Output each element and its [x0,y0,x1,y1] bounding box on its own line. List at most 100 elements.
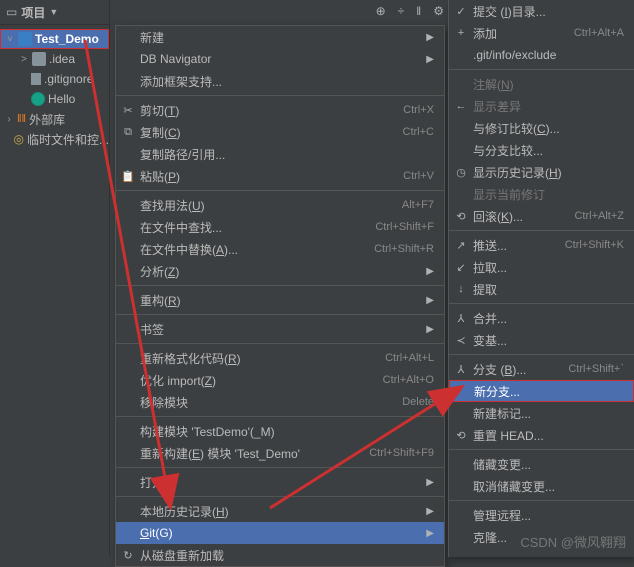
menu-shortcut: Ctrl+Shift+F9 [369,447,434,459]
dropdown-icon[interactable]: ▼ [49,7,58,17]
ctx1-item-0[interactable]: 新建▶ [116,26,444,48]
ctx2-item-8[interactable]: ◷显示历史记录(H) [449,161,634,183]
gear-icon[interactable]: ⚙ [433,4,444,18]
menu-item-icon: ⧉ [121,126,135,139]
menu-shortcut: Ctrl+Alt+A [574,27,624,39]
ctx1-item-27[interactable]: 本地历史记录(H)▶ [116,500,444,522]
ctx2-item-20[interactable]: 新分支... [449,380,634,402]
ctx1-item-1[interactable]: DB Navigator▶ [116,48,444,70]
watermark: CSDN @微风翱翔 [520,532,626,551]
ctx1-item-28[interactable]: Git(G)▶ [116,522,444,544]
menu-item-label: 新分支... [474,383,623,400]
menu-item-label: 在文件中查找... [140,219,375,236]
tree-item-hello[interactable]: Hello [0,89,109,109]
menu-item-label: 提取 [473,281,624,298]
submenu-arrow-icon: ▶ [426,506,434,517]
ctx1-item-25[interactable]: 打开于▶ [116,471,444,493]
submenu-arrow-icon: ▶ [426,266,434,277]
menu-item-icon: ✂ [121,104,135,117]
collapse-icon[interactable]: ‖ [416,4,421,18]
submenu-arrow-icon: ▶ [426,477,434,488]
menu-separator [116,285,444,286]
ctx1-item-16[interactable]: 书签▶ [116,318,444,340]
menu-shortcut: Ctrl+C [403,126,434,138]
ctx2-item-21[interactable]: 新建标记... [449,402,634,424]
menu-separator [116,314,444,315]
ctx1-item-2[interactable]: 添加框架支持... [116,70,444,92]
context-menu-git: ✓提交 (I)目录...+添加Ctrl+Alt+A.git/info/exclu… [448,0,634,557]
sidebar-header: ▭ 项目 ▼ [0,0,109,25]
chevron-right-icon[interactable]: > [19,54,29,65]
menu-item-label: 回滚(K)... [473,208,574,225]
ctx1-item-20[interactable]: 移除模块Delete [116,391,444,413]
ctx1-item-14[interactable]: 重构(R)▶ [116,289,444,311]
tree-item-gitignore[interactable]: .gitignore [0,69,109,89]
ctx2-item-1[interactable]: +添加Ctrl+Alt+A [449,22,634,44]
menu-item-label: 显示差异 [473,98,624,115]
ctx1-item-5[interactable]: ⧉复制(C)Ctrl+C [116,121,444,143]
ctx2-item-6[interactable]: 与修订比较(C)... [449,117,634,139]
project-tool-icon: ▭ [6,5,17,19]
menu-separator [116,95,444,96]
menu-separator [116,496,444,497]
menu-item-label: 取消储藏变更... [473,478,624,495]
ctx2-item-10[interactable]: ⟲ 回滚(K)...Ctrl+Alt+Z [449,205,634,227]
menu-item-icon: ⟲ [454,210,468,223]
menu-shortcut: Ctrl+Alt+L [385,352,434,364]
ctx2-item-22[interactable]: ⟲重置 HEAD... [449,424,634,446]
chevron-right-icon[interactable]: › [4,114,14,125]
menu-shortcut: Ctrl+X [403,104,434,116]
submenu-arrow-icon: ▶ [426,295,434,306]
scratch-icon: ◎ [14,132,24,146]
ctx1-item-22[interactable]: 构建模块 'TestDemo'(_M) [116,420,444,442]
select-opened-icon[interactable]: ⊕ [376,4,386,18]
ctx2-item-27[interactable]: 管理远程... [449,504,634,526]
ctx1-item-18[interactable]: 重新格式化代码(R)Ctrl+Alt+L [116,347,444,369]
ctx2-item-2[interactable]: .git/info/exclude [449,44,634,66]
ctx2-item-14[interactable]: ↓提取 [449,278,634,300]
menu-item-label: 添加 [473,25,574,42]
ctx2-item-24[interactable]: 储藏变更... [449,453,634,475]
menu-item-label: 重置 HEAD... [473,427,624,444]
ctx1-item-19[interactable]: 优化 import(Z)Ctrl+Alt+O [116,369,444,391]
tree-item-external-libs[interactable]: › ‖‖ 外部库 [0,109,109,129]
menu-item-icon: ✓ [454,5,468,18]
ctx2-item-16[interactable]: ⅄合并... [449,307,634,329]
module-icon [18,32,32,46]
ctx2-item-19[interactable]: ⅄分支 (B)...Ctrl+Shift+` [449,358,634,380]
expand-icon[interactable]: ÷ [398,4,405,18]
ctx2-item-12[interactable]: ↗推送...Ctrl+Shift+K [449,234,634,256]
menu-separator [449,449,634,450]
submenu-arrow-icon: ▶ [426,32,434,43]
ctx1-item-4[interactable]: ✂剪切(T)Ctrl+X [116,99,444,121]
ctx1-item-10[interactable]: 在文件中查找...Ctrl+Shift+F [116,216,444,238]
ctx2-item-13[interactable]: ↙拉取... [449,256,634,278]
ctx2-item-4: 注解(N) [449,73,634,95]
ctx1-item-6[interactable]: 复制路径/引用... [116,143,444,165]
chevron-down-icon[interactable]: ˅ [5,34,15,45]
ctx1-item-23[interactable]: 重新构建(E) 模块 'Test_Demo'Ctrl+Shift+F9 [116,442,444,464]
menu-item-icon: ⅄ [454,312,468,325]
menu-item-label: 重新构建(E) 模块 'Test_Demo' [140,445,369,462]
menu-shortcut: Alt+F7 [402,199,434,211]
tree-item-test-demo[interactable]: ˅ Test_Demo [0,29,109,49]
menu-item-label: 注解(N) [473,76,624,93]
tree-item-idea[interactable]: > .idea [0,49,109,69]
ctx1-item-29[interactable]: ↻从磁盘重新加载 [116,544,444,566]
menu-separator [116,467,444,468]
ctx2-item-0[interactable]: ✓提交 (I)目录... [449,0,634,22]
tree-item-scratches[interactable]: ◎ 临时文件和控... [0,129,109,149]
ctx2-item-17[interactable]: ≺变基... [449,329,634,351]
menu-item-label: 重新格式化代码(R) [140,350,385,367]
menu-item-label: 书签 [140,321,426,338]
ctx2-item-25[interactable]: 取消储藏变更... [449,475,634,497]
ctx1-item-7[interactable]: 📋粘贴(P)Ctrl+V [116,165,444,187]
ctx2-item-7[interactable]: 与分支比较... [449,139,634,161]
ctx1-item-9[interactable]: 查找用法(U)Alt+F7 [116,194,444,216]
tree-label: Test_Demo [35,32,99,46]
menu-shortcut: Ctrl+Alt+Z [574,210,624,222]
ctx1-item-12[interactable]: 分析(Z)▶ [116,260,444,282]
menu-item-label: 与分支比较... [473,142,624,159]
sidebar-title: 项目 [21,4,45,21]
ctx1-item-11[interactable]: 在文件中替换(A)...Ctrl+Shift+R [116,238,444,260]
